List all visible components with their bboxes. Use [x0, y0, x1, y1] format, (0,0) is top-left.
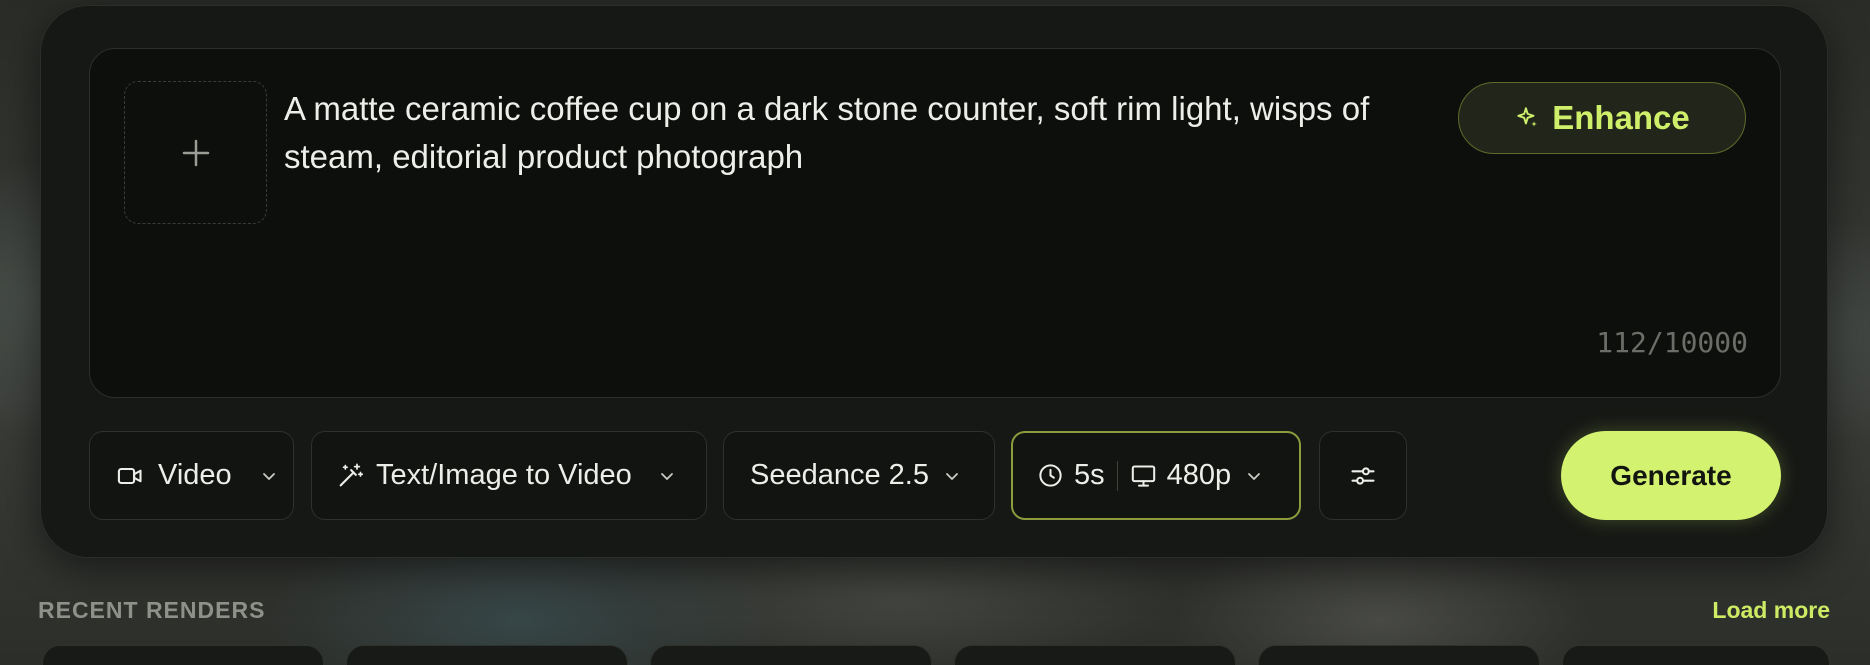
render-thumbnail[interactable]	[1562, 645, 1830, 665]
enhance-button[interactable]: Enhance	[1458, 82, 1746, 154]
plus-icon	[181, 138, 211, 168]
generation-mode-label: Text/Image to Video	[376, 459, 632, 491]
advanced-settings-button[interactable]	[1319, 431, 1407, 520]
duration-resolution-dropdown[interactable]: 5s 480p	[1011, 431, 1301, 520]
enhance-label: Enhance	[1552, 99, 1690, 136]
load-more-link[interactable]: Load more	[1712, 597, 1830, 624]
prompt-area: A matte ceramic coffee cup on a dark sto…	[89, 48, 1781, 398]
recent-renders-heading: RECENT RENDERS	[38, 597, 266, 623]
render-thumbnail[interactable]	[650, 645, 932, 665]
sparkle-icon	[1514, 105, 1540, 131]
duration-label: 5s	[1074, 459, 1105, 491]
render-thumbnail[interactable]	[954, 645, 1236, 665]
generate-button[interactable]: Generate	[1561, 431, 1781, 520]
media-type-label: Video	[158, 459, 232, 491]
upload-image-button[interactable]	[124, 81, 267, 224]
chevron-down-icon	[658, 467, 676, 485]
chevron-down-icon	[1245, 467, 1263, 485]
media-type-dropdown[interactable]: Video	[89, 431, 294, 520]
render-thumbnail[interactable]	[346, 645, 628, 665]
divider	[1116, 460, 1118, 491]
chevron-down-icon	[260, 467, 278, 485]
render-thumbnail[interactable]	[42, 645, 324, 665]
model-label: Seedance 2.5	[750, 459, 929, 491]
character-counter: 112/10000	[1596, 326, 1748, 359]
generation-mode-dropdown[interactable]: Text/Image to Video	[311, 431, 707, 520]
magic-wand-icon	[336, 462, 364, 490]
generator-panel: A matte ceramic coffee cup on a dark sto…	[40, 5, 1828, 558]
model-dropdown[interactable]: Seedance 2.5	[723, 431, 995, 520]
clock-icon	[1037, 462, 1064, 489]
prompt-input[interactable]: A matte ceramic coffee cup on a dark sto…	[284, 85, 1434, 181]
chevron-down-icon	[943, 467, 961, 485]
resolution-label: 480p	[1166, 459, 1232, 491]
video-camera-icon	[116, 462, 144, 490]
sliders-icon	[1349, 462, 1377, 490]
render-thumbnail[interactable]	[1258, 645, 1540, 665]
monitor-icon	[1130, 462, 1157, 489]
